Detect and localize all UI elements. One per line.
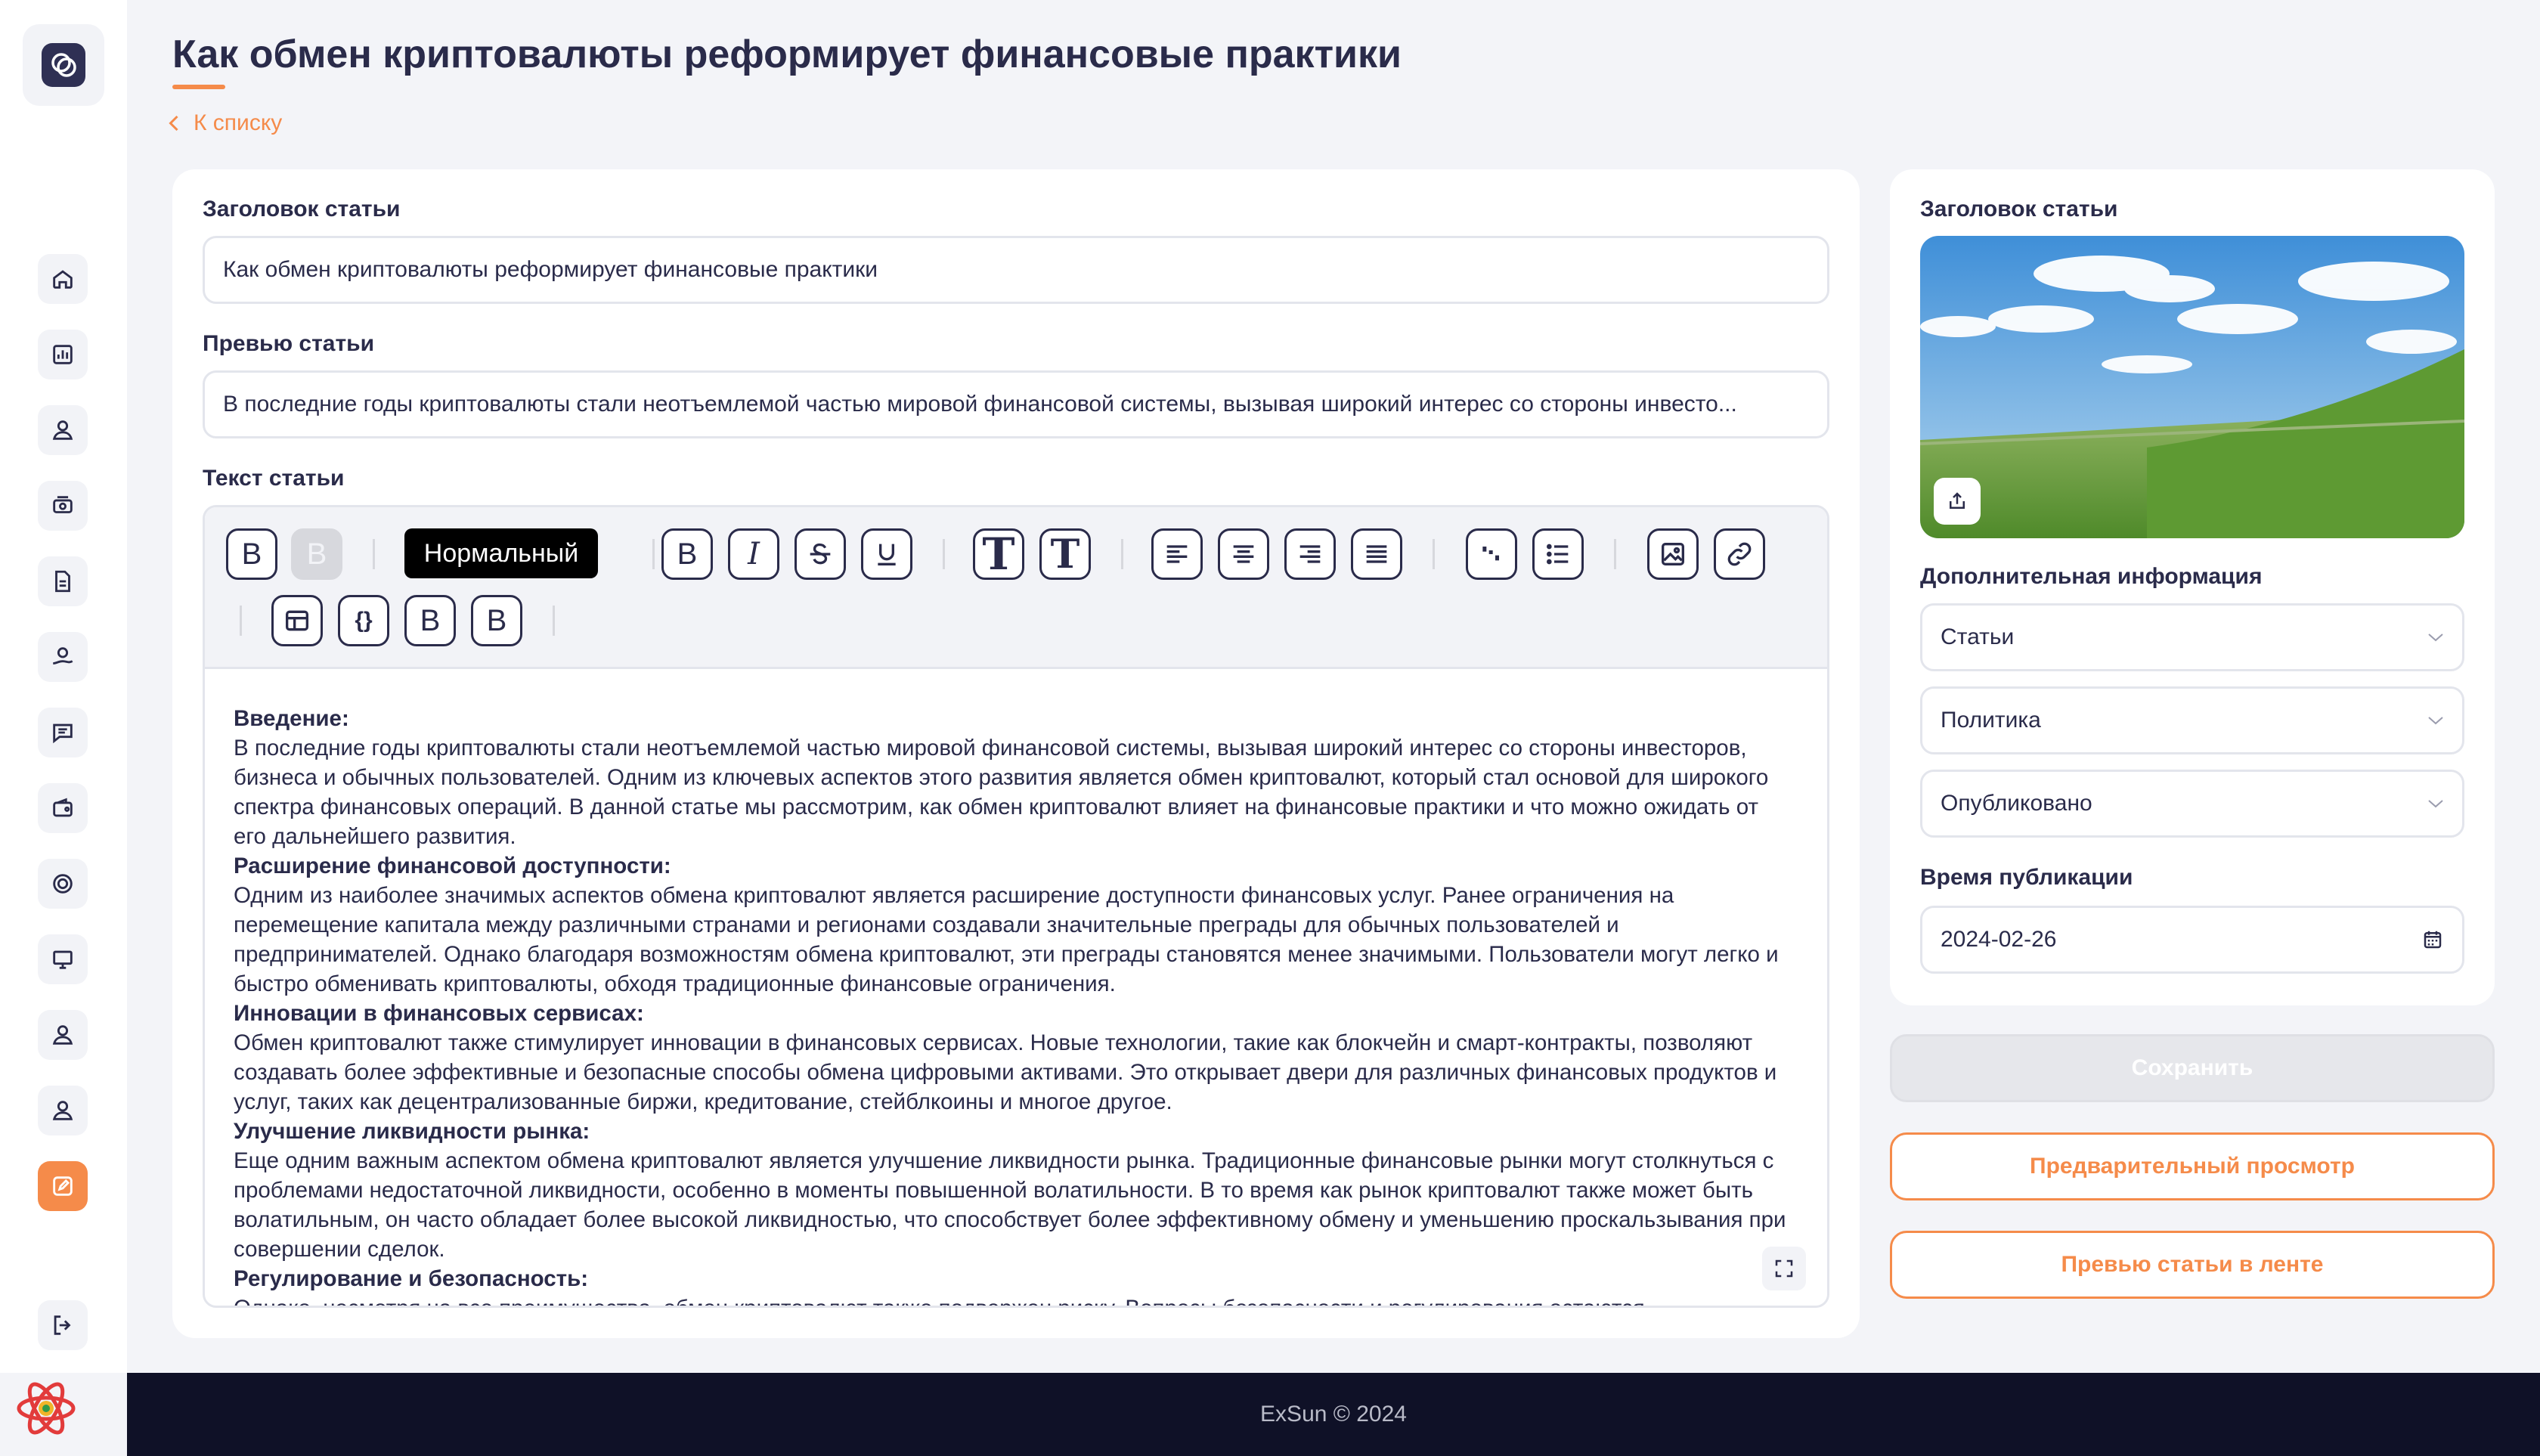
publish-time-label: Время публикации: [1920, 865, 2133, 890]
preview-button[interactable]: Предварительный просмотр: [1890, 1132, 2495, 1200]
nav-profile-icon[interactable]: [38, 1010, 88, 1060]
upload-cover-icon[interactable]: [1934, 478, 1981, 525]
status-select[interactable]: Опубликовано: [1920, 770, 2464, 838]
align-right-icon[interactable]: [1284, 528, 1336, 580]
editor-toolbar: B B Нормальный B I T T {} B B: [205, 507, 1827, 669]
title-input[interactable]: Как обмен криптовалюты реформирует финан…: [203, 236, 1829, 304]
toolbar-divider: [1121, 539, 1123, 569]
back-to-list-link[interactable]: К списку: [166, 110, 282, 136]
article-section-text: Однако, несмотря на все преимущества, об…: [234, 1293, 1791, 1306]
publish-date-value: 2024-02-26: [1941, 927, 2057, 952]
toolbar-divider: [1433, 539, 1435, 569]
align-justify-icon[interactable]: [1351, 528, 1402, 580]
undo-button[interactable]: B: [226, 528, 277, 580]
rich-text-editor: B B Нормальный B I T T {} B B Введение: …: [203, 505, 1829, 1308]
category-value: Статьи: [1941, 624, 2015, 649]
strikethrough-icon[interactable]: [795, 528, 846, 580]
chevron-down-icon: [2428, 800, 2443, 808]
nav-edit-icon[interactable]: [38, 1161, 88, 1211]
superscript-button[interactable]: B: [404, 595, 456, 646]
underline-icon[interactable]: [861, 528, 912, 580]
editor-content[interactable]: Введение: В последние годы криптовалюты с…: [234, 704, 1791, 1306]
article-section-heading: Инновации в финансовых сервисах:: [234, 1001, 644, 1026]
chevron-left-icon: [169, 115, 178, 132]
article-section-heading: Улучшение ликвидности рынка:: [234, 1119, 590, 1144]
bullet-list-icon[interactable]: [1532, 528, 1584, 580]
toolbar-divider: [1614, 539, 1616, 569]
nav-home-icon[interactable]: [38, 254, 88, 304]
app-logo[interactable]: [23, 24, 104, 106]
block-type-select[interactable]: Нормальный: [404, 528, 598, 578]
nav-currency-icon[interactable]: [38, 859, 88, 909]
redo-button[interactable]: B: [291, 528, 342, 580]
article-section-text: Еще одним важным аспектом обмена криптов…: [234, 1148, 1786, 1262]
article-section-heading: Регулирование и безопасность:: [234, 1266, 589, 1291]
cover-image: [1920, 236, 2464, 538]
nav-chart-icon[interactable]: [38, 330, 88, 379]
nav-messages-icon[interactable]: [38, 708, 88, 757]
cover-label: Заголовок статьи: [1920, 197, 2118, 221]
align-center-icon[interactable]: [1218, 528, 1269, 580]
nav-exchange-icon[interactable]: [38, 481, 88, 531]
page-title: Как обмен криптовалюты реформирует финан…: [172, 33, 1402, 76]
nav-user-icon[interactable]: [38, 405, 88, 455]
article-form-card: Заголовок статьи Как обмен криптовалюты …: [172, 169, 1860, 1338]
nav-document-icon[interactable]: [38, 556, 88, 606]
save-button[interactable]: Сохранить: [1890, 1034, 2495, 1102]
toolbar-divider: [553, 606, 555, 636]
title-input-value: Как обмен криптовалюты реформирует финан…: [223, 257, 878, 282]
calendar-icon[interactable]: [2421, 928, 2444, 951]
nav-monitor-icon[interactable]: [38, 934, 88, 984]
chevron-down-icon: [2428, 717, 2443, 725]
ordered-list-icon[interactable]: [1466, 528, 1517, 580]
italic-button[interactable]: I: [728, 528, 779, 580]
nav-account-icon[interactable]: [38, 1086, 88, 1135]
article-meta-card: Заголовок статьи Дополнительная информац…: [1890, 169, 2495, 1005]
heading-large-button[interactable]: T: [973, 528, 1024, 580]
bold-button[interactable]: B: [661, 528, 713, 580]
tag-select[interactable]: Политика: [1920, 686, 2464, 754]
preview-input-value: В последние годы криптовалюты стали неот…: [223, 392, 1737, 417]
toolbar-divider: [943, 539, 945, 569]
title-underline: [172, 85, 225, 89]
footer: ExSun © 2024: [127, 1373, 2540, 1456]
logout-icon[interactable]: [38, 1300, 88, 1350]
publish-date-input[interactable]: 2024-02-26: [1920, 906, 2464, 974]
react-logo-icon: [17, 1382, 76, 1435]
tag-value: Политика: [1941, 708, 2041, 733]
feed-preview-button[interactable]: Превью статьи в ленте: [1890, 1231, 2495, 1299]
article-section-text: Обмен криптовалют также стимулирует инно…: [234, 1030, 1777, 1114]
article-section-text: В последние годы криптовалюты стали неот…: [234, 736, 1769, 849]
text-field-label: Текст статьи: [203, 466, 345, 491]
subscript-button[interactable]: B: [471, 595, 522, 646]
title-field-label: Заголовок статьи: [203, 197, 401, 221]
code-block-button[interactable]: {}: [338, 595, 389, 646]
chevron-down-icon: [2428, 634, 2443, 642]
article-section-text: Одним из наиболее значимых аспектов обме…: [234, 883, 1779, 996]
insert-table-icon[interactable]: [271, 595, 323, 646]
nav-payments-icon[interactable]: [38, 632, 88, 682]
article-section-heading: Введение:: [234, 706, 349, 731]
align-left-icon[interactable]: [1151, 528, 1203, 580]
toolbar-divider: [652, 539, 655, 569]
category-select[interactable]: Статьи: [1920, 603, 2464, 671]
article-section-heading: Расширение финансовой доступности:: [234, 853, 671, 878]
footer-copyright: ExSun © 2024: [1260, 1402, 1407, 1427]
preview-field-label: Превью статьи: [203, 331, 375, 356]
fullscreen-icon[interactable]: [1762, 1247, 1806, 1290]
back-link-label: К списку: [194, 110, 283, 135]
logo-icon: [42, 43, 85, 87]
extra-info-label: Дополнительная информация: [1920, 564, 2263, 589]
heading-small-button[interactable]: T: [1039, 528, 1091, 580]
status-value: Опубликовано: [1941, 791, 2092, 816]
toolbar-divider: [373, 539, 375, 569]
preview-input[interactable]: В последние годы криптовалюты стали неот…: [203, 370, 1829, 438]
nav-wallet-icon[interactable]: [38, 783, 88, 833]
sidebar: [0, 0, 127, 1435]
toolbar-divider: [240, 606, 242, 636]
insert-image-icon[interactable]: [1647, 528, 1699, 580]
insert-link-icon[interactable]: [1714, 528, 1765, 580]
